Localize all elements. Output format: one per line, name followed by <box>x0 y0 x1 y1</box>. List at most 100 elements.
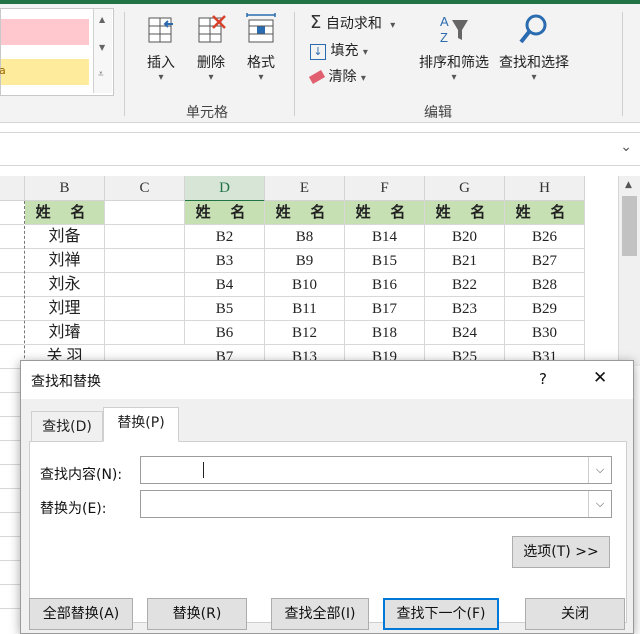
data-cell[interactable]: B28 <box>505 273 585 297</box>
chevron-down-icon: ▾ <box>360 73 366 84</box>
name-cell[interactable]: 刘璿 <box>25 321 105 345</box>
format-cells-icon <box>246 13 276 43</box>
svg-text:Z: Z <box>440 30 448 45</box>
text-cursor-icon <box>203 462 204 478</box>
fill-down-icon: ↓ <box>310 44 326 60</box>
name-cell[interactable]: 刘备 <box>25 225 105 249</box>
data-cell[interactable]: B14 <box>345 225 425 249</box>
column-header-h[interactable]: H <box>505 176 585 201</box>
header-cell-b[interactable]: 姓 名 <box>25 201 105 225</box>
clear-button[interactable]: 清除 ▾ <box>308 66 366 86</box>
cell-c[interactable] <box>105 225 185 249</box>
delete-cells-icon <box>198 15 226 43</box>
header-cell-f[interactable]: 姓 名 <box>345 201 425 225</box>
column-header-d[interactable]: D <box>185 176 265 202</box>
column-header-b[interactable]: B <box>25 176 105 201</box>
find-next-button[interactable]: 查找下一个(F) <box>383 598 499 630</box>
gallery-down-icon[interactable]: ▼ <box>99 43 105 52</box>
column-header-f[interactable]: F <box>345 176 425 201</box>
column-header-c[interactable]: C <box>105 176 185 201</box>
gallery-up-icon[interactable]: ▲ <box>99 15 105 24</box>
data-cell[interactable]: B27 <box>505 249 585 273</box>
data-cell[interactable]: B6 <box>185 321 265 345</box>
data-cell[interactable]: B21 <box>425 249 505 273</box>
svg-text:A: A <box>440 14 449 29</box>
chevron-down-icon: ▾ <box>451 72 457 83</box>
header-cell-d[interactable]: 姓 名 <box>185 201 265 225</box>
column-header-g[interactable]: G <box>425 176 505 201</box>
help-button[interactable]: ? <box>539 370 547 388</box>
close-button[interactable]: 关闭 <box>525 598 625 630</box>
column-header-a[interactable] <box>0 176 25 201</box>
insert-cells-icon <box>148 17 173 43</box>
header-cell-g[interactable]: 姓 名 <box>425 201 505 225</box>
autosum-button[interactable]: Σ 自动求和 ▾ <box>310 12 395 33</box>
header-cell-h[interactable]: 姓 名 <box>505 201 585 225</box>
style-neutral-swatch[interactable]: a <box>0 59 89 85</box>
gallery-scroll[interactable]: ▲ ▼ ⩡ <box>93 9 112 93</box>
fill-button[interactable]: ↓ 填充 ▾ <box>310 40 368 60</box>
eraser-icon <box>308 70 326 84</box>
data-cell[interactable]: B26 <box>505 225 585 249</box>
cell-c[interactable] <box>105 297 185 321</box>
cell-c[interactable] <box>105 249 185 273</box>
data-cell[interactable]: B12 <box>265 321 345 345</box>
dialog-titlebar[interactable]: 查找和替换 ? ✕ <box>21 361 633 399</box>
style-bad-swatch[interactable] <box>1 19 89 45</box>
find-all-button[interactable]: 查找全部(I) <box>271 598 369 630</box>
data-cell[interactable]: B20 <box>425 225 505 249</box>
data-cell[interactable]: B4 <box>185 273 265 297</box>
name-cell[interactable]: 刘永 <box>25 273 105 297</box>
sort-filter-label: 排序和筛选 <box>419 55 489 71</box>
data-cell[interactable]: B3 <box>185 249 265 273</box>
data-cell[interactable]: B18 <box>345 321 425 345</box>
cell-c[interactable] <box>105 321 185 345</box>
delete-button[interactable]: 删除 ▾ <box>188 12 234 83</box>
replace-all-button[interactable]: 全部替换(A) <box>29 598 133 630</box>
clear-label: 清除 <box>328 69 357 85</box>
header-cell-e[interactable]: 姓 名 <box>265 201 345 225</box>
data-cell[interactable]: B29 <box>505 297 585 321</box>
data-cell[interactable]: B24 <box>425 321 505 345</box>
chevron-down-icon: ▾ <box>208 72 214 83</box>
cell-c1[interactable] <box>105 201 185 225</box>
data-cell[interactable]: B2 <box>185 225 265 249</box>
sort-filter-button[interactable]: A Z 排序和筛选 ▾ <box>414 12 494 83</box>
data-cell[interactable]: B22 <box>425 273 505 297</box>
data-cell[interactable]: B9 <box>265 249 345 273</box>
name-cell[interactable]: 刘禅 <box>25 249 105 273</box>
data-cell[interactable]: B16 <box>345 273 425 297</box>
data-cell[interactable]: B15 <box>345 249 425 273</box>
formula-bar[interactable]: ⌄ <box>0 132 640 166</box>
data-cell[interactable]: B30 <box>505 321 585 345</box>
find-what-input[interactable]: ⌵ <box>140 456 612 484</box>
expand-formula-icon[interactable]: ⌄ <box>620 139 632 155</box>
data-cell[interactable]: B17 <box>345 297 425 321</box>
data-cell[interactable]: B10 <box>265 273 345 297</box>
scroll-up-icon[interactable]: ▲ <box>625 180 632 190</box>
data-cell[interactable]: B23 <box>425 297 505 321</box>
name-cell[interactable]: 刘理 <box>25 297 105 321</box>
tab-replace[interactable]: 替换(P) <box>103 407 179 442</box>
cell-c[interactable] <box>105 273 185 297</box>
scroll-thumb[interactable] <box>622 196 637 256</box>
data-cell[interactable]: B11 <box>265 297 345 321</box>
data-cell[interactable]: B8 <box>265 225 345 249</box>
options-button[interactable]: 选项(T) >> <box>512 536 610 568</box>
find-select-button[interactable]: 查找和选择 ▾ <box>494 12 574 83</box>
chevron-down-icon[interactable]: ⌵ <box>588 491 611 517</box>
ribbon-separator <box>622 12 623 116</box>
cell-styles-gallery[interactable]: a ▲ ▼ ⩡ <box>0 8 114 96</box>
replace-with-input[interactable]: ⌵ <box>140 490 612 518</box>
gallery-more-icon[interactable]: ⩡ <box>98 69 104 80</box>
format-button[interactable]: 格式 ▾ <box>238 12 284 83</box>
data-cell[interactable]: B5 <box>185 297 265 321</box>
close-icon[interactable]: ✕ <box>593 368 607 388</box>
tab-find[interactable]: 查找(D) <box>31 411 103 441</box>
sigma-icon: Σ <box>310 12 322 33</box>
replace-button[interactable]: 替换(R) <box>147 598 247 630</box>
insert-button[interactable]: 插入 ▾ <box>138 12 184 83</box>
column-header-e[interactable]: E <box>265 176 345 201</box>
vertical-scrollbar[interactable]: ▲ <box>618 176 640 366</box>
chevron-down-icon[interactable]: ⌵ <box>588 457 611 483</box>
